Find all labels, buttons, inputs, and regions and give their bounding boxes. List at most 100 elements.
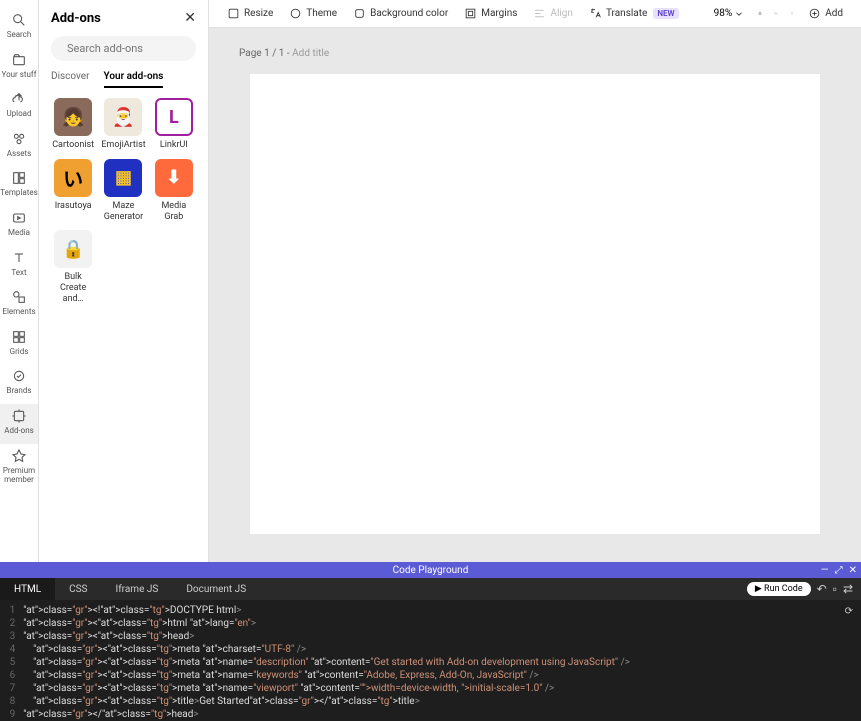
- panel-title: Add-ons: [51, 11, 101, 26]
- background-button[interactable]: Background color: [345, 4, 456, 23]
- code-tab-html[interactable]: HTML: [0, 578, 55, 600]
- templates-icon: [11, 170, 27, 186]
- addon-thumb: 👧: [54, 98, 92, 136]
- align-button: Align: [525, 4, 581, 23]
- upload-icon: [11, 91, 27, 107]
- translate-button[interactable]: Translate NEW: [581, 4, 687, 23]
- zoom-selector[interactable]: 98%: [706, 8, 753, 19]
- undo-icon[interactable]: ↶: [817, 582, 827, 596]
- rail-label: Brands: [7, 386, 32, 396]
- search-input-wrapper[interactable]: [51, 36, 196, 61]
- brands-icon: [11, 368, 27, 384]
- assets-icon: [11, 131, 27, 147]
- addon-bulk-create-and-[interactable]: 🔒 Bulk Create and…: [51, 230, 95, 304]
- addon-thumb: ⬇: [155, 159, 193, 197]
- folder-icon: [11, 52, 27, 68]
- page-canvas[interactable]: [250, 74, 820, 534]
- rail-your-stuff[interactable]: Your stuff: [0, 48, 38, 88]
- rail-text[interactable]: Text: [0, 246, 38, 286]
- addon-emojiartist[interactable]: 🎅 EmojiArtist: [101, 98, 145, 151]
- addon-label: Maze Generator: [101, 201, 145, 223]
- rail-label: Elements: [2, 307, 35, 317]
- rail-assets[interactable]: Assets: [0, 127, 38, 167]
- rail-add-ons[interactable]: Add-ons: [0, 404, 38, 444]
- addon-thumb: L: [155, 98, 193, 136]
- addon-thumb: い: [54, 159, 92, 197]
- zoom-value: 98%: [714, 8, 733, 19]
- code-tab-document-js[interactable]: Document JS: [172, 578, 260, 600]
- grids-icon: [11, 329, 27, 345]
- close-code-icon[interactable]: ✕: [849, 565, 857, 576]
- addon-thumb: 🔒: [54, 230, 92, 268]
- addon-label: Irasutoya: [55, 201, 92, 212]
- rail-search[interactable]: Search: [0, 8, 38, 48]
- left-rail: Search Your stuff Upload Assets Templates Med…: [0, 0, 39, 562]
- tab-your-add-ons[interactable]: Your add-ons: [104, 71, 164, 88]
- add-title-hint: Add title: [292, 48, 329, 59]
- theme-button[interactable]: Theme: [281, 4, 345, 23]
- layers-icon[interactable]: [768, 6, 784, 22]
- addon-thumb: ▦: [104, 159, 142, 197]
- translate-label: Translate: [606, 8, 647, 19]
- expand-icon[interactable]: ⤢: [835, 565, 843, 576]
- addon-cartoonist[interactable]: 👧 Cartoonist: [51, 98, 95, 151]
- rail-grids[interactable]: Grids: [0, 325, 38, 365]
- rail-label: Your stuff: [2, 70, 37, 80]
- page-number: Page 1 / 1 -: [239, 48, 292, 59]
- code-editor[interactable]: 123456789101112 "at">class="gr"><!"at">c…: [0, 600, 861, 721]
- canvas-area[interactable]: Page 1 / 1 - Add title: [209, 28, 861, 562]
- background-label: Background color: [370, 8, 448, 19]
- addon-irasutoya[interactable]: い Irasutoya: [51, 159, 95, 223]
- new-badge: NEW: [653, 8, 678, 19]
- code-tab-iframe-js[interactable]: Iframe JS: [101, 578, 172, 600]
- rail-label: Premium member: [0, 466, 38, 485]
- addon-label: Bulk Create and…: [51, 272, 95, 304]
- rail-label: Grids: [10, 347, 29, 357]
- code-titlebar[interactable]: Code Playground ― ⤢ ✕: [0, 562, 861, 578]
- line-gutter: 123456789101112: [0, 600, 23, 721]
- resize-button[interactable]: Resize: [219, 4, 281, 23]
- chevron-down-icon: [734, 9, 744, 19]
- settings-icon[interactable]: ⇄: [843, 582, 853, 596]
- addon-linkrui[interactable]: LLinkrUI: [152, 98, 196, 151]
- add-button[interactable]: Add: [800, 4, 851, 23]
- add-label: Add: [825, 8, 843, 19]
- margins-button[interactable]: Margins: [456, 4, 525, 23]
- rail-upload[interactable]: Upload: [0, 87, 38, 127]
- addon-maze-generator[interactable]: ▦ Maze Generator: [101, 159, 145, 223]
- save-icon[interactable]: ▫: [833, 582, 837, 596]
- trash-icon[interactable]: [784, 6, 800, 22]
- theme-label: Theme: [306, 8, 337, 19]
- rail-premium-member[interactable]: Premium member: [0, 444, 38, 493]
- addons-panel: Add-ons ✕ Discover Your add-ons 👧 Cartooni…: [39, 0, 209, 562]
- rail-media[interactable]: Media: [0, 206, 38, 246]
- code-tab-css[interactable]: CSS: [55, 578, 101, 600]
- rail-label: Templates: [0, 188, 37, 198]
- elements-icon: [11, 289, 27, 305]
- top-toolbar: Resize Theme Background color Margins Al…: [209, 0, 861, 28]
- run-button[interactable]: ▶ Run Code: [747, 582, 811, 596]
- addon-label: Cartoonist: [52, 140, 94, 151]
- search-icon: [11, 12, 27, 28]
- addon-media-grab[interactable]: ⬇Media Grab: [152, 159, 196, 223]
- premium-icon: [11, 448, 27, 464]
- text-icon: [11, 250, 27, 266]
- code-title: Code Playground: [393, 565, 469, 576]
- resize-label: Resize: [244, 8, 273, 19]
- close-icon[interactable]: ✕: [184, 10, 196, 26]
- rail-label: Search: [7, 30, 32, 40]
- rail-elements[interactable]: Elements: [0, 285, 38, 325]
- addon-thumb: 🎅: [104, 98, 142, 136]
- rail-templates[interactable]: Templates: [0, 166, 38, 206]
- code-tabs: HTMLCSSIframe JSDocument JS ▶ Run Code ↶ ▫ ⇄: [0, 578, 861, 600]
- timer-icon[interactable]: [752, 6, 768, 22]
- rail-brands[interactable]: Brands: [0, 364, 38, 404]
- addon-label: EmojiArtist: [101, 140, 145, 151]
- tab-discover[interactable]: Discover: [51, 71, 90, 88]
- search-input[interactable]: [67, 42, 207, 55]
- refresh-icon[interactable]: ⟳: [845, 606, 853, 617]
- minimize-icon[interactable]: ―: [821, 565, 829, 576]
- page-label[interactable]: Page 1 / 1 - Add title: [239, 48, 329, 59]
- rail-label: Media: [8, 228, 30, 238]
- rail-label: Assets: [7, 149, 31, 159]
